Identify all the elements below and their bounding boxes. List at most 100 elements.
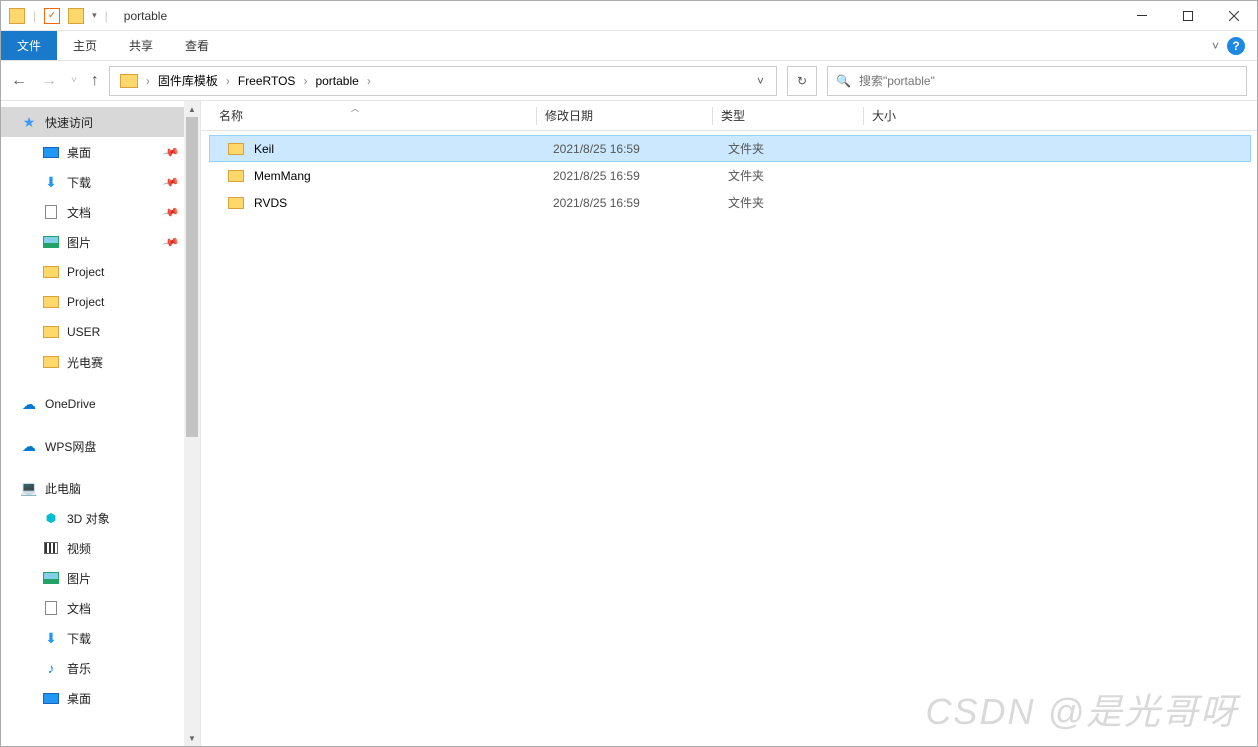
breadcrumb-item[interactable]: 固件库模板 bbox=[152, 72, 224, 89]
close-button[interactable] bbox=[1211, 1, 1257, 31]
download-icon: ⬇ bbox=[43, 630, 59, 646]
tab-file[interactable]: 文件 bbox=[1, 31, 57, 60]
sidebar-item-label: 下载 bbox=[67, 174, 91, 191]
breadcrumb-sep-icon[interactable]: › bbox=[365, 74, 373, 88]
scrollbar-thumb[interactable] bbox=[186, 117, 198, 437]
sidebar-label: 快速访问 bbox=[45, 114, 93, 131]
sidebar-item[interactable]: ⬢ 3D 对象 bbox=[1, 503, 200, 533]
cloud-icon: ☁ bbox=[21, 438, 37, 454]
sort-indicator-icon: ︿ bbox=[351, 103, 359, 114]
qat-newfolder-icon[interactable] bbox=[68, 8, 84, 24]
tab-view[interactable]: 查看 bbox=[169, 31, 225, 60]
search-icon: 🔍 bbox=[836, 74, 851, 88]
sidebar-item-label: 图片 bbox=[67, 234, 91, 251]
sidebar-item[interactable]: 文档 📌 bbox=[1, 197, 200, 227]
file-list-area: 名称 ︿ 修改日期 类型 大小 Keil 2021/8/25 16:59 文件夹… bbox=[201, 101, 1257, 746]
refresh-button[interactable]: ↻ bbox=[787, 66, 817, 96]
breadcrumb-sep-icon[interactable]: › bbox=[301, 74, 309, 88]
folder-icon bbox=[43, 294, 59, 310]
maximize-button[interactable] bbox=[1165, 1, 1211, 31]
scroll-down-icon[interactable]: ▼ bbox=[184, 730, 200, 746]
column-header-date[interactable]: 修改日期 bbox=[537, 107, 712, 124]
sidebar-item[interactable]: USER bbox=[1, 317, 200, 347]
column-headers: 名称 ︿ 修改日期 类型 大小 bbox=[201, 101, 1257, 131]
sidebar-item[interactable]: Project bbox=[1, 287, 200, 317]
tab-share[interactable]: 共享 bbox=[113, 31, 169, 60]
pin-icon: 📌 bbox=[162, 173, 180, 191]
breadcrumb-sep-icon[interactable]: › bbox=[224, 74, 232, 88]
folder-icon bbox=[228, 170, 244, 182]
breadcrumb-sep-icon[interactable]: › bbox=[144, 74, 152, 88]
file-type: 文件夹 bbox=[720, 167, 870, 184]
file-name: RVDS bbox=[254, 196, 287, 210]
app-icon bbox=[9, 8, 25, 24]
file-type: 文件夹 bbox=[720, 194, 870, 211]
column-header-type[interactable]: 类型 bbox=[713, 107, 863, 124]
forward-button[interactable]: → bbox=[41, 72, 57, 90]
pin-icon: 📌 bbox=[162, 233, 180, 251]
recent-dropdown-icon[interactable]: ˅ bbox=[71, 75, 77, 86]
sidebar-item[interactable]: 文档 bbox=[1, 593, 200, 623]
sidebar-item[interactable]: 视频 bbox=[1, 533, 200, 563]
ribbon-expand-icon[interactable]: ˅ bbox=[1212, 39, 1219, 53]
file-row[interactable]: RVDS 2021/8/25 16:59 文件夹 bbox=[209, 189, 1251, 216]
sidebar-item-label: 3D 对象 bbox=[67, 510, 110, 527]
breadcrumb-item[interactable]: FreeRTOS bbox=[232, 74, 302, 88]
explorer-window: | ✓ ▾ | portable 文件 主页 共享 查看 ˅ ? ← → ˅ ↑ bbox=[0, 0, 1258, 747]
sidebar-item-label: 下载 bbox=[67, 630, 91, 647]
search-box[interactable]: 🔍 bbox=[827, 66, 1247, 96]
address-bar[interactable]: › 固件库模板 › FreeRTOS › portable › ˅ bbox=[109, 66, 777, 96]
breadcrumb-item[interactable]: portable bbox=[309, 74, 364, 88]
sidebar-item-label: 文档 bbox=[67, 204, 91, 221]
doc-icon bbox=[43, 600, 59, 616]
qat-dropdown-icon[interactable]: ▾ bbox=[92, 10, 97, 21]
sidebar-wps[interactable]: ☁ WPS网盘 bbox=[1, 431, 200, 461]
file-date: 2021/8/25 16:59 bbox=[545, 169, 720, 183]
column-header-size[interactable]: 大小 bbox=[864, 107, 954, 124]
sidebar-item[interactable]: ⬇ 下载 📌 bbox=[1, 167, 200, 197]
column-header-name[interactable]: 名称 ︿ bbox=[211, 107, 536, 124]
sidebar-this-pc[interactable]: 💻 此电脑 bbox=[1, 473, 200, 503]
sidebar-label: 此电脑 bbox=[45, 480, 81, 497]
sidebar-item-label: USER bbox=[67, 325, 100, 339]
search-input[interactable] bbox=[859, 74, 1238, 88]
sidebar-item[interactable]: ♪ 音乐 bbox=[1, 653, 200, 683]
sidebar-item-label: 图片 bbox=[67, 570, 91, 587]
sidebar-item[interactable]: 图片 bbox=[1, 563, 200, 593]
sidebar-item-label: Project bbox=[67, 295, 104, 309]
addressbar-folder-icon bbox=[120, 74, 138, 88]
minimize-button[interactable] bbox=[1119, 1, 1165, 31]
folder-icon bbox=[228, 197, 244, 209]
sidebar-scrollbar[interactable]: ▲ ▼ bbox=[184, 101, 200, 746]
sidebar-onedrive[interactable]: ☁ OneDrive bbox=[1, 389, 200, 419]
back-button[interactable]: ← bbox=[11, 72, 27, 90]
cloud-icon: ☁ bbox=[21, 396, 37, 412]
pin-icon: 📌 bbox=[162, 203, 180, 221]
folder-icon bbox=[43, 264, 59, 280]
sidebar-quick-access[interactable]: ★ 快速访问 bbox=[1, 107, 200, 137]
qat-properties-icon[interactable]: ✓ bbox=[44, 8, 60, 24]
sidebar-label: OneDrive bbox=[45, 397, 96, 411]
title-separator: | bbox=[105, 9, 108, 23]
sidebar-item[interactable]: 桌面 📌 bbox=[1, 137, 200, 167]
sidebar-item[interactable]: 图片 📌 bbox=[1, 227, 200, 257]
address-history-icon[interactable]: ˅ bbox=[757, 74, 764, 88]
sidebar-item[interactable]: Project bbox=[1, 257, 200, 287]
sidebar-item[interactable]: ⬇ 下载 bbox=[1, 623, 200, 653]
tab-home[interactable]: 主页 bbox=[57, 31, 113, 60]
up-button[interactable]: ↑ bbox=[91, 72, 99, 90]
desktop-icon bbox=[43, 690, 59, 706]
scroll-up-icon[interactable]: ▲ bbox=[184, 101, 200, 117]
download-icon: ⬇ bbox=[43, 174, 59, 190]
titlebar: | ✓ ▾ | portable bbox=[1, 1, 1257, 31]
navigation-pane: ★ 快速访问 桌面 📌 ⬇ 下载 📌 文档 📌 图片 📌 Project Pro… bbox=[1, 101, 201, 746]
file-type: 文件夹 bbox=[720, 140, 870, 157]
file-row[interactable]: MemMang 2021/8/25 16:59 文件夹 bbox=[209, 162, 1251, 189]
folder-icon bbox=[228, 143, 244, 155]
sidebar-item[interactable]: 光电赛 bbox=[1, 347, 200, 377]
pc-icon: 💻 bbox=[21, 480, 37, 496]
file-row[interactable]: Keil 2021/8/25 16:59 文件夹 bbox=[209, 135, 1251, 162]
sidebar-item[interactable]: 桌面 bbox=[1, 683, 200, 713]
help-icon[interactable]: ? bbox=[1227, 37, 1245, 55]
pic-icon bbox=[43, 570, 59, 586]
